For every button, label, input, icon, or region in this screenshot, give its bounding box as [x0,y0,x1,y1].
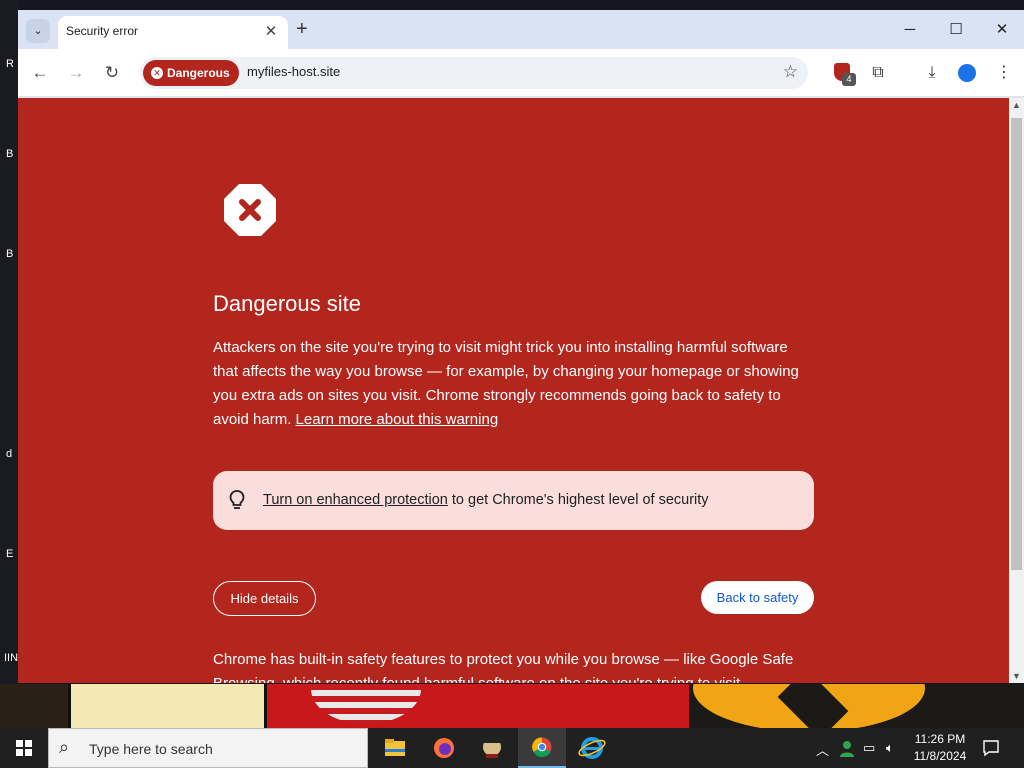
forward-button[interactable]: → [64,61,88,85]
scroll-down-arrow-icon[interactable]: ▼ [1012,671,1021,681]
desktop-icon-label: E [6,548,14,560]
desktop-icon-label: B [6,148,14,160]
pirate-app-icon[interactable] [468,728,516,768]
learn-more-link[interactable]: Learn more about this warning [296,411,499,428]
profile-avatar-icon[interactable] [958,64,976,82]
search-tabs-button[interactable]: ⌄ [26,19,50,43]
enhanced-protection-banner: Turn on enhanced protection to get Chrom… [213,471,814,530]
bookmark-star-icon[interactable]: ☆ [783,62,798,82]
taskbar-search-box[interactable]: ⌕ Type here to search [48,728,368,768]
desktop-icon-label: IIN [4,652,19,664]
browser-toolbar: ← → ↻ ✕ Dangerous myfiles-host.site ☆ 4 … [18,49,1024,97]
wallpaper [0,684,1024,728]
clock-date[interactable]: 11/8/2024 [908,749,972,763]
file-explorer-icon[interactable] [371,728,419,768]
danger-octagon-icon [224,184,276,236]
extension-badge: 4 [842,73,856,86]
volume-icon[interactable]: 🔈︎ [886,740,894,756]
new-tab-button[interactable]: + [296,18,308,41]
flag-graphic [311,684,421,724]
search-placeholder: Type here to search [89,741,213,757]
desktop-icons-edge: R B B d E IIN [0,0,18,684]
reload-button[interactable]: ↻ [100,61,124,85]
chrome-menu-icon[interactable]: ⋮ [992,61,1016,85]
extensions-puzzle-icon[interactable]: ⧉ [866,61,890,85]
back-button[interactable]: ← [28,61,52,85]
hide-details-button[interactable]: Hide details [213,581,316,616]
tab-security-error[interactable]: Security error ✕ [58,16,288,49]
enhanced-protection-link[interactable]: Turn on enhanced protection [263,492,448,508]
url-text[interactable]: myfiles-host.site [247,64,340,79]
show-hidden-icons-chevron-icon[interactable]: ︿ [816,740,829,759]
close-window-button[interactable]: ✕ [979,10,1024,49]
danger-icon: ✕ [151,67,163,79]
downloads-icon[interactable]: ⤓ [920,61,944,85]
tab-title: Security error [66,24,139,38]
security-chip-label: Dangerous [167,66,230,80]
scroll-up-arrow-icon[interactable]: ▲ [1012,100,1021,110]
desktop-icon-label: R [6,58,14,70]
notifications-icon[interactable] [982,739,1000,757]
desktop-icon-label: d [6,448,13,460]
back-to-safety-button[interactable]: Back to safety [701,581,814,614]
wallpaper-panel [68,684,264,728]
page-scrollbar[interactable]: ▲ ▼ [1009,98,1024,683]
search-icon: ⌕ [59,737,70,757]
internet-explorer-icon[interactable] [568,728,616,768]
tab-close-icon[interactable]: ✕ [262,22,280,40]
wallpaper-panel [264,684,689,728]
windows-taskbar: ⌕ Type here to search ︿ ▭ 🔈︎ 11:26 PM 11… [0,728,1024,768]
warning-description: Attackers on the site you're trying to v… [213,336,813,432]
firefox-icon[interactable] [420,728,468,768]
security-status-chip[interactable]: ✕ Dangerous [143,60,239,86]
maximize-button[interactable]: ☐ [933,10,979,49]
browser-window: ⌄ Security error ✕ + ─ ☐ ✕ ← → ↻ ✕ Dange… [18,10,1024,683]
desktop-icon-label: B [6,248,14,260]
windows-start-icon[interactable] [0,728,48,768]
minimize-button[interactable]: ─ [887,10,933,49]
tab-strip: ⌄ Security error ✕ + ─ ☐ ✕ [18,10,1024,49]
details-text: Chrome has built-in safety features to p… [213,648,813,683]
pumpkin-graphic [693,684,925,728]
address-bar[interactable]: ✕ Dangerous myfiles-host.site ☆ [140,57,808,89]
clock-time[interactable]: 11:26 PM [908,732,972,746]
network-icon[interactable]: ▭ [863,740,875,756]
enhanced-protection-text: to get Chrome's highest level of securit… [447,492,709,508]
details-rest: on the site you're trying to visit. [535,675,744,683]
page-title: Dangerous site [213,291,361,316]
lightbulb-icon [229,490,245,509]
scrollbar-thumb[interactable] [1011,118,1022,570]
dangerous-site-interstitial: Dangerous site Attackers on the site you… [18,98,1009,683]
chrome-icon[interactable] [518,728,566,768]
tray-user-icon[interactable] [838,738,856,758]
found-harmful-software-link[interactable]: found harmful software [382,675,535,683]
wallpaper-panel [689,684,1024,728]
